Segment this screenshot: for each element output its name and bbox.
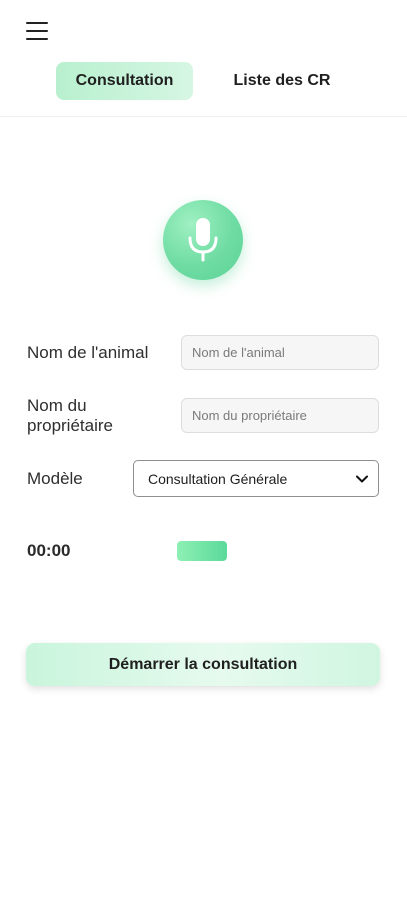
- owner-name-label-line2: propriétaire: [27, 416, 113, 435]
- model-select-value: Consultation Générale: [148, 470, 288, 487]
- audio-level-fill: [177, 541, 227, 561]
- recording-timer: 00:00: [27, 541, 71, 560]
- microphone-icon: [188, 218, 218, 262]
- tab-consultation[interactable]: Consultation: [56, 62, 193, 100]
- tab-bar: Consultation Liste des CR: [0, 62, 407, 100]
- model-select[interactable]: Consultation Générale: [133, 460, 379, 497]
- owner-name-input[interactable]: [181, 398, 379, 433]
- start-consultation-label: Démarrer la consultation: [108, 655, 298, 673]
- tab-liste-des-cr-label: Liste des CR: [233, 72, 331, 89]
- start-consultation-button[interactable]: Démarrer la consultation: [26, 643, 380, 686]
- chevron-down-icon: [356, 475, 368, 482]
- animal-name-input[interactable]: [181, 335, 379, 370]
- animal-name-label: Nom de l'animal: [27, 343, 149, 362]
- audio-level-bar: [177, 541, 227, 561]
- tab-consultation-label: Consultation: [75, 72, 174, 89]
- record-button[interactable]: [163, 200, 243, 280]
- tab-liste-des-cr[interactable]: Liste des CR: [214, 62, 350, 100]
- owner-name-label-line1: Nom du: [27, 396, 87, 415]
- header-divider: [0, 116, 407, 117]
- model-label: Modèle: [27, 469, 83, 488]
- hamburger-menu-icon[interactable]: [26, 22, 48, 40]
- owner-name-label: Nom du propriétaire: [27, 396, 113, 436]
- app-root: Consultation Liste des CR Nom de l'anima…: [0, 0, 407, 908]
